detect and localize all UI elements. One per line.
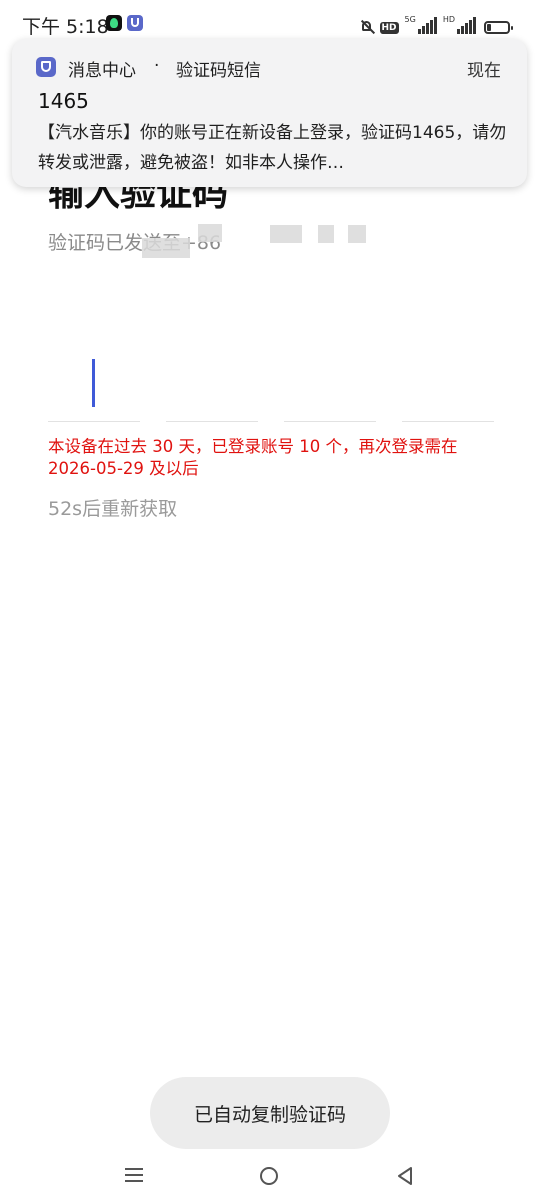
signal-icon [417, 17, 437, 34]
menu-icon[interactable] [125, 1168, 143, 1182]
masked-phone-number [142, 238, 190, 258]
shield-app-icon [127, 15, 143, 31]
notification-channel: 验证码短信 [176, 61, 261, 81]
phone-sent-subtitle: 验证码已发送至+86 [48, 232, 222, 254]
resend-countdown: 52s后重新获取 [48, 498, 178, 520]
battery-icon [484, 21, 513, 34]
signal-icon-2 [457, 17, 476, 34]
notification-time: 现在 [467, 61, 501, 81]
qq-music-app-icon [106, 15, 122, 31]
code-digit-1[interactable] [48, 351, 140, 422]
masked-phone-number [270, 225, 302, 243]
hd-signal-label: HD [442, 15, 455, 24]
masked-phone-number [318, 225, 334, 243]
home-icon[interactable] [260, 1167, 278, 1185]
toast-message: 已自动复制验证码 [150, 1077, 390, 1149]
notification-separator: · [154, 56, 160, 76]
verification-code-input[interactable] [48, 351, 494, 422]
hd-badge: HD [379, 22, 399, 34]
sms-notification[interactable]: 消息中心 · 验证码短信 现在 1465 【汽水音乐】你的账号正在新设备上登录，… [12, 39, 527, 187]
masked-phone-number [198, 224, 222, 242]
notification-app-name: 消息中心 [68, 61, 136, 81]
login-limit-warning: 本设备在过去 30 天，已登录账号 10 个，再次登录需在 2026-05-29… [48, 437, 458, 478]
code-digit-3[interactable] [284, 351, 376, 422]
code-digit-2[interactable] [166, 351, 258, 422]
battery-fill [487, 24, 491, 31]
status-icons: HD 5G HD [360, 14, 513, 34]
status-time: 下午 5:18 [22, 16, 109, 38]
network-type-label: 5G [404, 15, 416, 24]
shield-icon [36, 57, 56, 77]
bell-off-icon [360, 20, 374, 34]
notification-title: 1465 [38, 89, 89, 113]
code-digit-4[interactable] [402, 351, 494, 422]
back-icon[interactable] [397, 1167, 413, 1185]
text-cursor [92, 359, 95, 407]
notification-body: 【汽水音乐】你的账号正在新设备上登录，验证码1465，请勿转发或泄露，避免被盗！… [38, 123, 507, 173]
masked-phone-number [348, 225, 366, 243]
navigation-bar [0, 1150, 540, 1204]
